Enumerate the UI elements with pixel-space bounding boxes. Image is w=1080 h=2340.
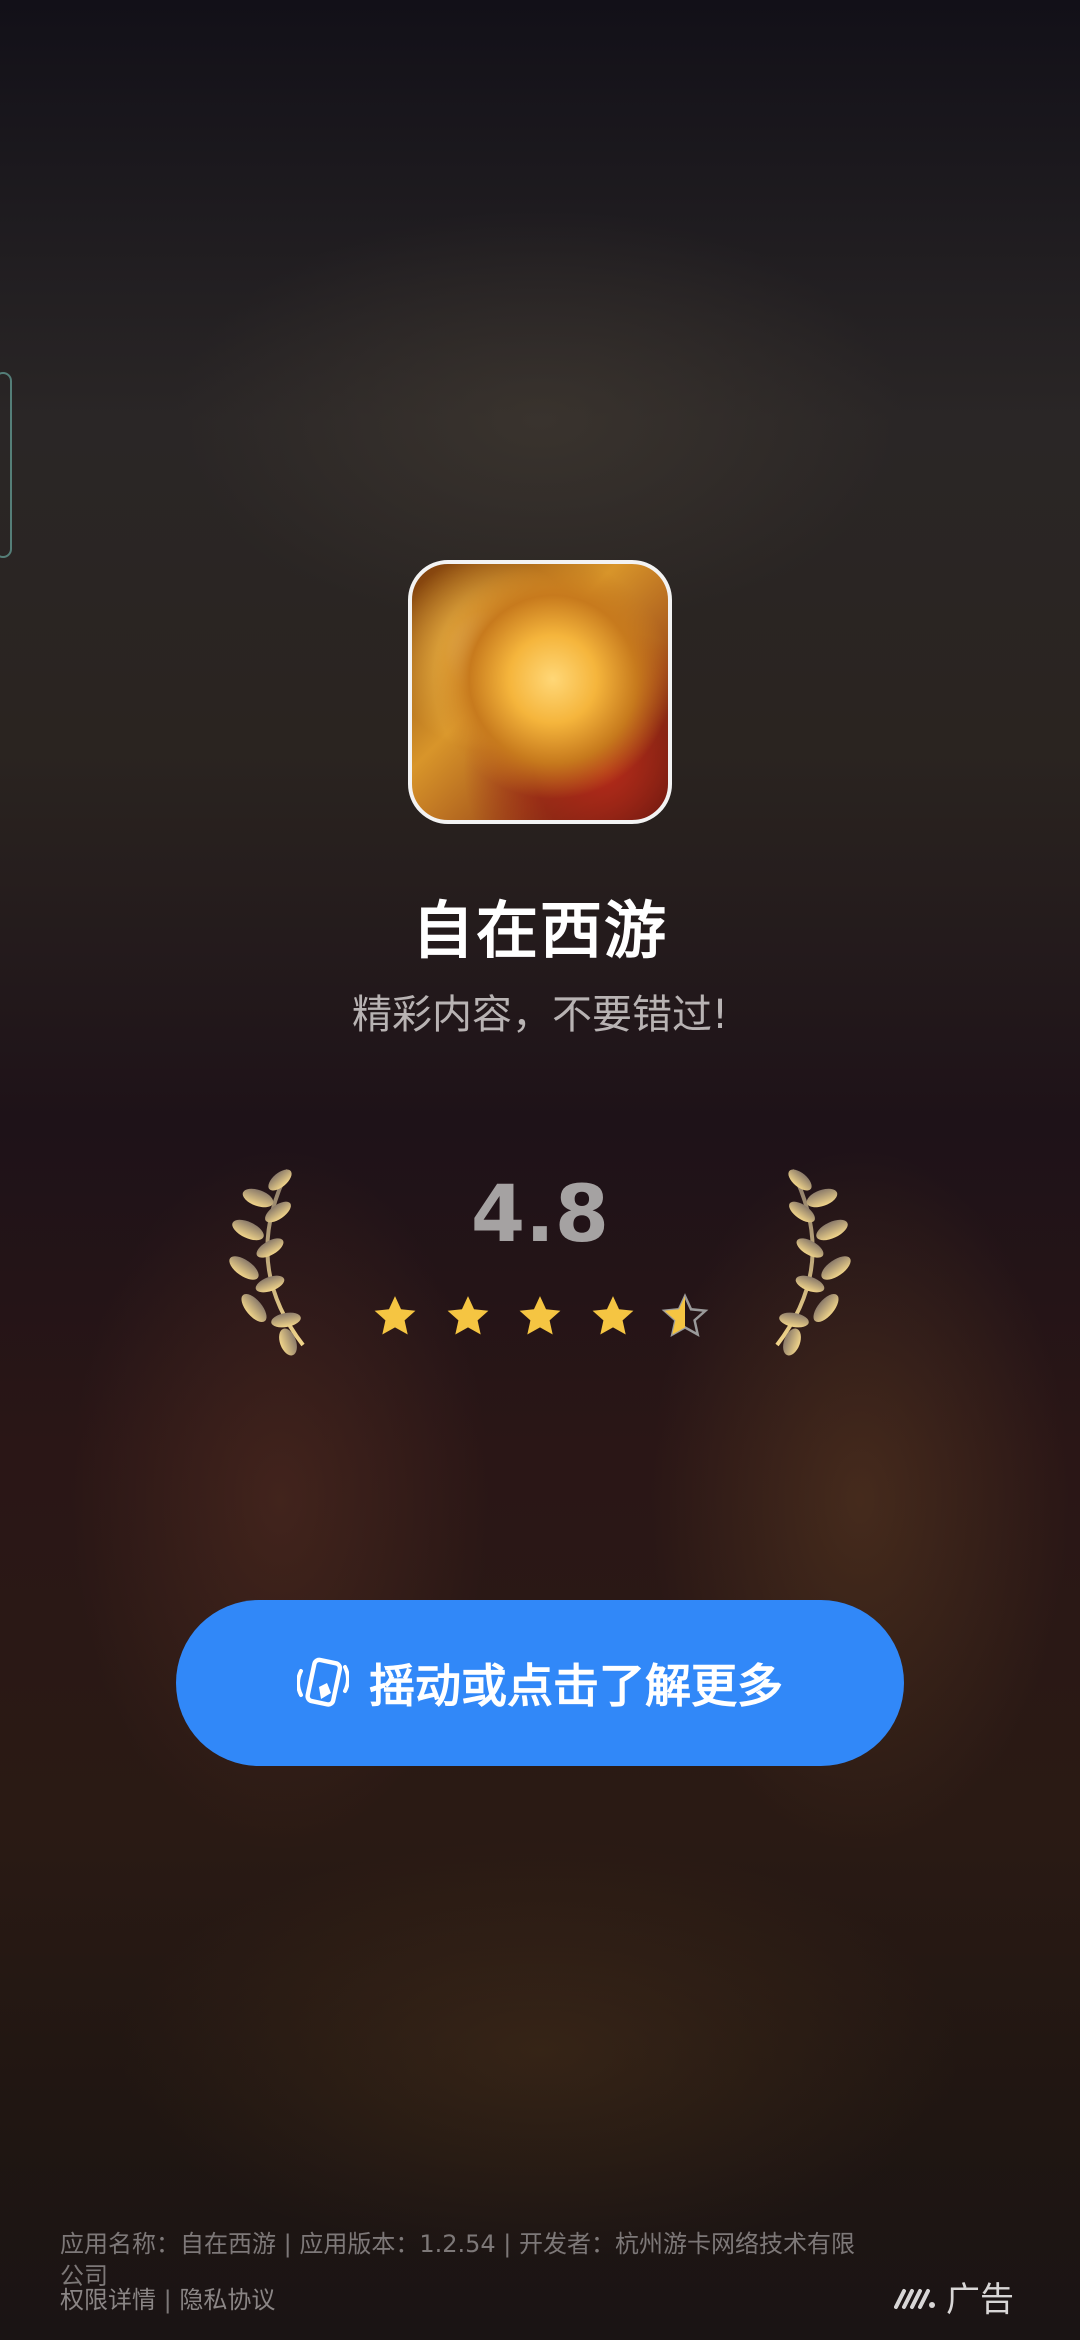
laurel-right-icon (775, 1169, 851, 1356)
star-full-icon (592, 1296, 633, 1335)
learn-more-label: 摇动或点击了解更多 (369, 1659, 783, 1713)
ad-network-logo-icon (894, 2288, 935, 2309)
star-full-icon (519, 1296, 561, 1335)
star-half-icon (661, 1293, 709, 1337)
rating-score: 4.8 (470, 1170, 610, 1260)
app-tagline: 精彩内容，不要错过! (351, 992, 729, 1038)
star-full-icon (374, 1296, 416, 1335)
ad-badge[interactable]: 广告 (894, 2272, 1014, 2321)
app-info-text: 应用名称：自在西游 | 应用版本：1.2.54 | 开发者：杭州游卡网络技术有限… (60, 2230, 856, 2290)
link-separator: | (163, 2286, 172, 2314)
side-edge-handle[interactable] (0, 372, 12, 558)
shake-phone-icon (297, 1657, 349, 1707)
ad-screen[interactable]: 自在西游 精彩内容，不要错过! 4.8 摇动或点击了解更多 应用名称：自在西游 … (0, 0, 1080, 2340)
star-full-icon (447, 1296, 488, 1335)
ad-label: 广告 (946, 2280, 1014, 2320)
footer-links: 权限详情 | 隐私协议 (60, 2284, 275, 2316)
app-icon[interactable] (408, 560, 672, 824)
privacy-link[interactable]: 隐私协议 (179, 2286, 275, 2314)
app-name: 自在西游 (411, 894, 668, 967)
learn-more-button[interactable]: 摇动或点击了解更多 (176, 1600, 904, 1766)
permissions-link[interactable]: 权限详情 (60, 2286, 156, 2314)
rating-stars (370, 1292, 710, 1344)
